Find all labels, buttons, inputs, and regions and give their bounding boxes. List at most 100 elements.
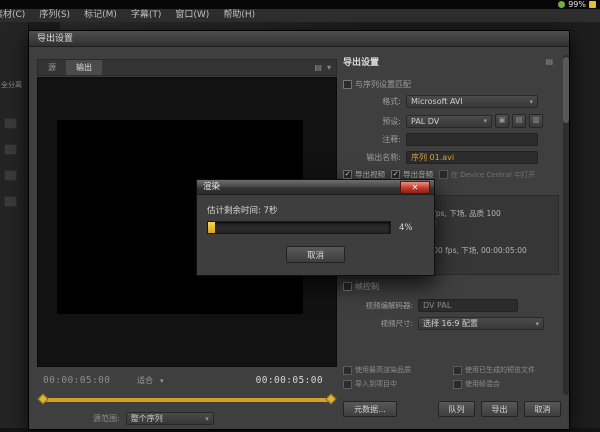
comments-input[interactable] bbox=[406, 133, 538, 146]
in-point-handle[interactable] bbox=[37, 393, 48, 404]
progress-cancel-button[interactable]: 取消 bbox=[286, 246, 345, 263]
menu-bar: 素材(C) 序列(S) 标记(M) 字幕(T) 窗口(W) 帮助(H) bbox=[0, 9, 600, 23]
chevron-down-icon: ▾ bbox=[529, 98, 533, 106]
format-select[interactable]: Microsoft AVI ▾ bbox=[406, 95, 538, 108]
timecode-duration: 00:00:05:00 bbox=[256, 375, 323, 386]
energy-icon[interactable] bbox=[589, 1, 596, 8]
progress-message: 估计剩余时间: 7秒 bbox=[207, 204, 277, 216]
import-project-checkbox[interactable] bbox=[343, 380, 352, 389]
device-central-checkbox[interactable] bbox=[439, 170, 448, 179]
cancel-button[interactable]: 取消 bbox=[524, 401, 561, 417]
menu-help[interactable]: 帮助(H) bbox=[216, 9, 262, 22]
panel-icon bbox=[4, 144, 17, 155]
panel-icon bbox=[4, 118, 17, 129]
panel-menu-icon[interactable]: ▤ bbox=[545, 57, 553, 66]
output-name-link[interactable]: 序列 01.avi bbox=[406, 151, 538, 164]
background-panel-label: 全分离 bbox=[1, 80, 22, 90]
codec-row: 视频编解码器: DV PAL bbox=[343, 299, 559, 312]
render-progress-dialog: 渲染 ✕ 估计剩余时间: 7秒 4% 取消 bbox=[196, 179, 435, 276]
timecode-current[interactable]: 00:00:05:00 bbox=[43, 375, 110, 386]
preset-label: 预设: bbox=[343, 116, 401, 127]
background-panel: 全分离 bbox=[0, 22, 29, 432]
desktop: 素材(C) 序列(S) 标记(M) 字幕(T) 窗口(W) 帮助(H) 99% … bbox=[0, 0, 600, 432]
tray-percent: 99% bbox=[568, 0, 586, 9]
panel-menu-icon[interactable]: ▤ bbox=[314, 63, 322, 72]
match-sequence-checkbox[interactable] bbox=[343, 80, 352, 89]
zoom-select[interactable]: 适合 ▾ bbox=[137, 375, 164, 386]
menu-marker[interactable]: 标记(M) bbox=[77, 9, 124, 22]
tab-output[interactable]: 输出 bbox=[66, 60, 102, 75]
max-quality-checkbox[interactable] bbox=[343, 366, 352, 375]
scrollbar-thumb[interactable] bbox=[563, 57, 569, 123]
device-central-label: 在 Device Central 中打开 bbox=[451, 170, 535, 180]
progress-title: 渲染 bbox=[203, 182, 220, 192]
export-button[interactable]: 导出 bbox=[481, 401, 518, 417]
frame-controls-checkbox[interactable] bbox=[343, 282, 352, 291]
chevron-down-icon[interactable]: ▾ bbox=[327, 63, 331, 72]
source-range-value: 整个序列 bbox=[131, 413, 163, 424]
option-label: 导入到项目中 bbox=[355, 379, 397, 389]
frame-controls-label: 帧控制 bbox=[355, 281, 379, 292]
comments-label: 注释: bbox=[343, 134, 401, 145]
progress-percent: 4% bbox=[399, 223, 413, 233]
size-row: 视频尺寸: 选择 16:9 配置 ▾ bbox=[343, 317, 559, 330]
codec-value[interactable]: DV PAL bbox=[418, 299, 518, 312]
metadata-button[interactable]: 元数据... bbox=[343, 401, 397, 417]
preset-select[interactable]: PAL DV ▾ bbox=[406, 115, 492, 128]
use-previews-checkbox[interactable] bbox=[453, 366, 462, 375]
import-preset-button[interactable]: ▤ bbox=[512, 114, 526, 128]
dialog-title: 导出设置 bbox=[37, 34, 73, 44]
menu-clip[interactable]: 素材(C) bbox=[0, 9, 32, 22]
source-range-select[interactable]: 整个序列 ▾ bbox=[126, 412, 214, 425]
out-point-handle[interactable] bbox=[325, 393, 336, 404]
progress-titlebar[interactable]: 渲染 bbox=[197, 180, 434, 195]
status-icon[interactable] bbox=[558, 1, 565, 8]
dialog-titlebar[interactable]: 导出设置 bbox=[29, 31, 569, 47]
size-value: 选择 16:9 配置 bbox=[423, 318, 478, 329]
output-name-label: 输出名称: bbox=[343, 152, 401, 163]
menu-window[interactable]: 窗口(W) bbox=[168, 9, 216, 22]
size-label: 视频尺寸: bbox=[343, 318, 413, 329]
export-video-checkbox[interactable]: ✓ bbox=[343, 170, 352, 179]
source-range-label: 源范围: bbox=[93, 413, 120, 424]
panel-icon bbox=[4, 170, 17, 181]
format-row: 格式: Microsoft AVI ▾ bbox=[343, 95, 559, 108]
chevron-down-icon: ▾ bbox=[535, 320, 539, 328]
export-audio-checkbox[interactable]: ✓ bbox=[391, 170, 400, 179]
option-use-previews: 使用已生成的预览文件 bbox=[453, 365, 535, 375]
queue-button[interactable]: 队列 bbox=[438, 401, 475, 417]
option-label: 使用最高渲染品质 bbox=[355, 365, 411, 375]
work-area-bar[interactable] bbox=[41, 398, 333, 402]
delete-preset-button[interactable]: ▥ bbox=[529, 114, 543, 128]
timecode-row: 00:00:05:00 适合 ▾ 00:00:05:00 bbox=[37, 373, 337, 389]
size-select[interactable]: 选择 16:9 配置 ▾ bbox=[418, 317, 544, 330]
settings-header-row: 导出设置 ▤ bbox=[343, 55, 559, 68]
preview-tab-bar: 源 输出 ▤ ▾ bbox=[37, 59, 337, 76]
match-sequence-row: 与序列设置匹配 bbox=[343, 79, 559, 90]
system-tray: 99% bbox=[558, 0, 596, 9]
option-frame-blend: 使用帧混合 bbox=[453, 379, 500, 389]
close-icon[interactable]: ✕ bbox=[400, 181, 430, 194]
save-preset-button[interactable]: ▣ bbox=[495, 114, 509, 128]
preset-value: PAL DV bbox=[411, 117, 439, 126]
frame-blend-checkbox[interactable] bbox=[453, 380, 462, 389]
option-label: 使用已生成的预览文件 bbox=[465, 365, 535, 375]
match-sequence-label: 与序列设置匹配 bbox=[355, 79, 411, 90]
chevron-down-icon: ▾ bbox=[205, 415, 209, 423]
panel-icon bbox=[4, 196, 17, 207]
settings-scrollbar[interactable] bbox=[563, 55, 569, 395]
codec-label: 视频编解码器: bbox=[343, 300, 413, 311]
tab-source[interactable]: 源 bbox=[38, 60, 66, 75]
top-strip bbox=[0, 0, 600, 9]
preset-row: 预设: PAL DV ▾ ▣ ▤ ▥ bbox=[343, 114, 559, 128]
timeline-scrubber[interactable] bbox=[37, 393, 337, 407]
source-range-row: 源范围: 整个序列 ▾ bbox=[37, 411, 337, 426]
comments-row: 注释: bbox=[343, 133, 559, 146]
menu-title[interactable]: 字幕(T) bbox=[124, 9, 169, 22]
menu-sequence[interactable]: 序列(S) bbox=[32, 9, 77, 22]
option-max-quality: 使用最高渲染品质 bbox=[343, 365, 411, 375]
chevron-down-icon: ▾ bbox=[160, 377, 164, 385]
zoom-value: 适合 bbox=[137, 375, 153, 386]
progress-bar-fill bbox=[208, 222, 215, 233]
settings-header: 导出设置 bbox=[343, 55, 379, 68]
